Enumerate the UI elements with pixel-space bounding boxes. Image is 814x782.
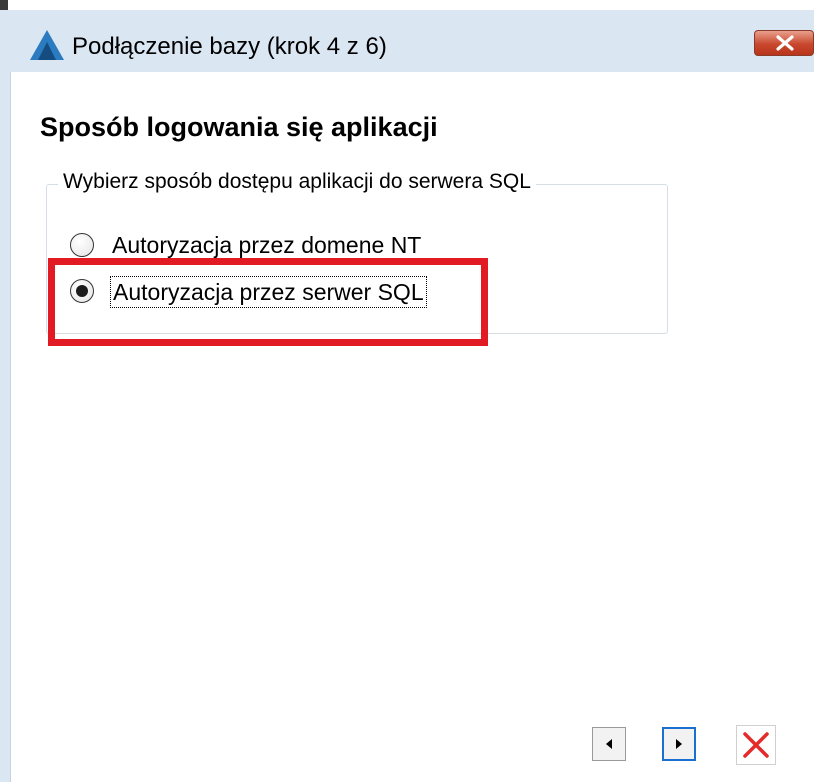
next-button[interactable] [662,727,696,761]
window-title: Podłączenie bazy (krok 4 z 6) [72,33,387,60]
title-bar[interactable]: Podłączenie bazy (krok 4 z 6) [10,10,814,72]
arrow-right-icon [676,739,682,749]
page-heading: Sposób logowania się aplikacji [40,112,438,142]
cancel-x-icon [743,732,769,758]
window-frame-left [0,10,11,782]
previous-button[interactable] [592,727,626,761]
dialog-window: Podłączenie bazy (krok 4 z 6) Sposób log… [0,0,814,782]
highlight-annotation [48,258,488,346]
radio-label-nt-domain[interactable]: Autoryzacja przez domene NT [112,230,421,260]
app-logo-icon [30,30,64,60]
close-icon [776,35,794,51]
close-button[interactable] [754,30,814,56]
cancel-button[interactable] [736,725,776,765]
arrow-left-icon [606,739,612,749]
radio-button-nt-domain[interactable] [70,233,94,257]
group-legend: Wybierz sposób dostępu aplikacji do serw… [58,170,536,194]
